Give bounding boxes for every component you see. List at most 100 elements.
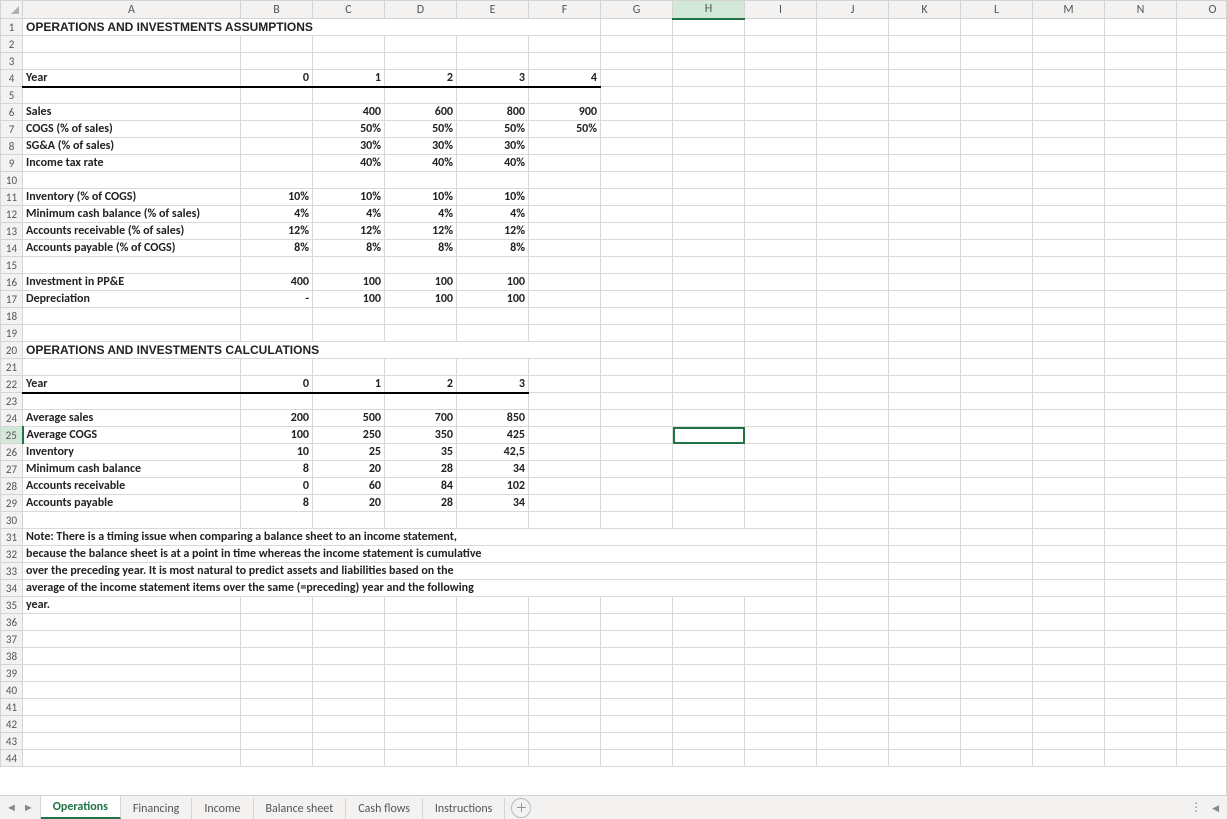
cell-F39[interactable]	[529, 665, 601, 682]
select-all-corner[interactable]	[1, 1, 23, 19]
cell-O3[interactable]	[1177, 53, 1227, 70]
cell-K17[interactable]	[889, 291, 961, 308]
cell-D44[interactable]	[385, 750, 457, 767]
cell-L20[interactable]	[961, 342, 1033, 359]
cell-L9[interactable]	[961, 155, 1033, 172]
cell-M35[interactable]	[1033, 597, 1105, 614]
cell-F2[interactable]	[529, 36, 601, 53]
cell-I11[interactable]	[745, 189, 817, 206]
row-header-6[interactable]: 6	[1, 104, 23, 121]
row-header-39[interactable]: 39	[1, 665, 23, 682]
cell-J12[interactable]	[817, 206, 889, 223]
cell-D13[interactable]: 12%	[385, 223, 457, 240]
cell-I1[interactable]	[745, 19, 817, 36]
cell-O10[interactable]	[1177, 172, 1227, 189]
cell-O17[interactable]	[1177, 291, 1227, 308]
cell-N9[interactable]	[1105, 155, 1177, 172]
cell-A6[interactable]: Sales	[23, 104, 241, 121]
cell-B6[interactable]	[241, 104, 313, 121]
cell-I35[interactable]	[745, 597, 817, 614]
cell-H5[interactable]	[673, 87, 745, 104]
cell-A20[interactable]: OPERATIONS AND INVESTMENTS CALCULATIONS	[23, 342, 601, 359]
cell-F17[interactable]	[529, 291, 601, 308]
cell-H23[interactable]	[673, 393, 745, 410]
cell-L22[interactable]	[961, 376, 1033, 393]
row-header-19[interactable]: 19	[1, 325, 23, 342]
cell-A39[interactable]	[23, 665, 241, 682]
cell-N36[interactable]	[1105, 614, 1177, 631]
cell-L24[interactable]	[961, 410, 1033, 427]
col-header-A[interactable]: A	[23, 1, 241, 19]
cell-B27[interactable]: 8	[241, 461, 313, 478]
cell-I9[interactable]	[745, 155, 817, 172]
cell-B22[interactable]: 0	[241, 376, 313, 393]
cell-I36[interactable]	[745, 614, 817, 631]
col-header-B[interactable]: B	[241, 1, 313, 19]
cell-K39[interactable]	[889, 665, 961, 682]
cell-H24[interactable]	[673, 410, 745, 427]
cell-D30[interactable]	[385, 512, 457, 529]
cell-O1[interactable]	[1177, 19, 1227, 36]
cell-J21[interactable]	[817, 359, 889, 376]
cell-N7[interactable]	[1105, 121, 1177, 138]
cell-N40[interactable]	[1105, 682, 1177, 699]
cell-I6[interactable]	[745, 104, 817, 121]
cell-F10[interactable]	[529, 172, 601, 189]
cell-I39[interactable]	[745, 665, 817, 682]
cell-B39[interactable]	[241, 665, 313, 682]
row-header-20[interactable]: 20	[1, 342, 23, 359]
cell-G28[interactable]	[601, 478, 673, 495]
cell-D43[interactable]	[385, 733, 457, 750]
cell-O44[interactable]	[1177, 750, 1227, 767]
cell-M39[interactable]	[1033, 665, 1105, 682]
cell-J3[interactable]	[817, 53, 889, 70]
cell-D17[interactable]: 100	[385, 291, 457, 308]
cell-J9[interactable]	[817, 155, 889, 172]
row-header-26[interactable]: 26	[1, 444, 23, 461]
cell-L13[interactable]	[961, 223, 1033, 240]
cell-B19[interactable]	[241, 325, 313, 342]
cell-K22[interactable]	[889, 376, 961, 393]
cell-A44[interactable]	[23, 750, 241, 767]
cell-F30[interactable]	[529, 512, 601, 529]
cell-C14[interactable]: 8%	[313, 240, 385, 257]
cell-O7[interactable]	[1177, 121, 1227, 138]
row-header-17[interactable]: 17	[1, 291, 23, 308]
cell-J14[interactable]	[817, 240, 889, 257]
cell-F38[interactable]	[529, 648, 601, 665]
cell-G29[interactable]	[601, 495, 673, 512]
row-header-25[interactable]: 25	[1, 427, 23, 444]
cell-L17[interactable]	[961, 291, 1033, 308]
cell-N13[interactable]	[1105, 223, 1177, 240]
cell-I30[interactable]	[745, 512, 817, 529]
cell-O38[interactable]	[1177, 648, 1227, 665]
col-header-H[interactable]: H	[673, 1, 745, 19]
cell-C43[interactable]	[313, 733, 385, 750]
col-header-D[interactable]: D	[385, 1, 457, 19]
cell-J8[interactable]	[817, 138, 889, 155]
cell-G36[interactable]	[601, 614, 673, 631]
cell-A17[interactable]: Depreciation	[23, 291, 241, 308]
cell-H20[interactable]	[673, 342, 745, 359]
cell-B2[interactable]	[241, 36, 313, 53]
cell-H13[interactable]	[673, 223, 745, 240]
cell-J25[interactable]	[817, 427, 889, 444]
cell-E21[interactable]	[457, 359, 529, 376]
cell-K42[interactable]	[889, 716, 961, 733]
row-header-12[interactable]: 12	[1, 206, 23, 223]
cell-A5[interactable]	[23, 87, 241, 104]
cell-G15[interactable]	[601, 257, 673, 274]
cell-H26[interactable]	[673, 444, 745, 461]
cell-M17[interactable]	[1033, 291, 1105, 308]
cell-H11[interactable]	[673, 189, 745, 206]
add-sheet-button[interactable]: ＋	[511, 798, 531, 818]
cell-J28[interactable]	[817, 478, 889, 495]
cell-F13[interactable]	[529, 223, 601, 240]
cell-J39[interactable]	[817, 665, 889, 682]
cell-L44[interactable]	[961, 750, 1033, 767]
cell-C12[interactable]: 4%	[313, 206, 385, 223]
cell-B24[interactable]: 200	[241, 410, 313, 427]
cell-H43[interactable]	[673, 733, 745, 750]
cell-L7[interactable]	[961, 121, 1033, 138]
cell-M1[interactable]	[1033, 19, 1105, 36]
